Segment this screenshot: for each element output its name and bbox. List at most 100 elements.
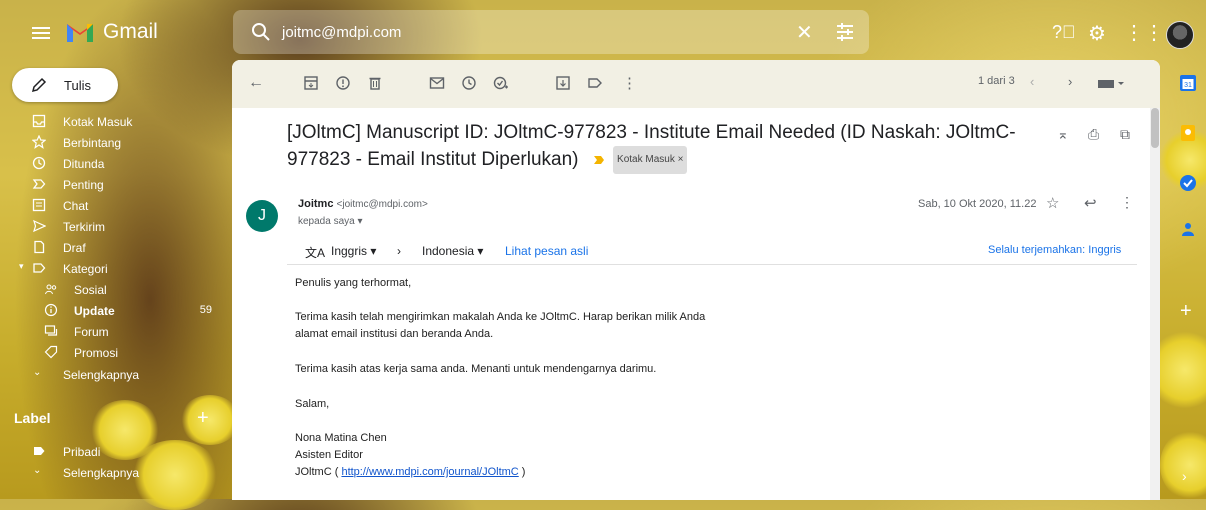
email-body-line: Penulis yang terhormat, [295, 277, 412, 289]
sidebar-item-categories[interactable]: ▾ Kategori [0, 259, 220, 280]
sender-email: <joitmc@mdpi.com> [336, 199, 428, 210]
sidebar-label-personal[interactable]: Pribadi [0, 442, 220, 463]
sender-avatar[interactable]: J [246, 200, 278, 232]
source-language-select[interactable]: Inggris ▾ [331, 244, 376, 258]
sidebar-label-more[interactable]: ⌄ Selengkapnya [0, 463, 220, 484]
print-icon[interactable]: ⎙ [1088, 126, 1099, 143]
compose-label[interactable]: Tulis [64, 78, 91, 93]
translation-bar: 文A Inggris ▾ › Indonesia ▾ Lihat pesan a… [287, 236, 1137, 265]
sidebar-item-forums[interactable]: Forum [0, 322, 220, 343]
svg-text:31: 31 [1184, 82, 1192, 89]
arrow-right-icon: › [397, 244, 401, 258]
contacts-icon[interactable] [1179, 220, 1197, 238]
more-options-icon[interactable]: ⋮ [622, 74, 640, 92]
target-language: Indonesia [422, 244, 475, 258]
sidebar-item-label: Ditunda [63, 157, 105, 171]
sidebar-item-sent[interactable]: Terkirim [0, 217, 220, 238]
search-icon[interactable] [250, 21, 272, 43]
sidebar-item-snoozed[interactable]: Ditunda [0, 154, 220, 175]
labels-heading: Label [14, 410, 51, 426]
sidebar-item-label: Chat [63, 199, 89, 213]
translate-icon: 文A [305, 246, 326, 260]
sidebar-item-label: Kategori [63, 262, 108, 276]
sender-info: Joitmc <joitmc@mdpi.com> [298, 198, 428, 210]
input-tools-icon[interactable] [1096, 74, 1126, 92]
star-icon[interactable]: ☆ [1046, 194, 1059, 212]
sidebar-item-label: Forum [74, 325, 109, 339]
collapse-all-icon[interactable]: ⌅ [1057, 126, 1069, 143]
sidebar-item-label: Selengkapnya [63, 368, 140, 382]
message-date: Sab, 10 Okt 2020, 11.22 [918, 198, 1037, 210]
label-icon[interactable] [586, 74, 604, 92]
reply-icon[interactable]: ↩ [1084, 194, 1097, 212]
inbox-label-chip[interactable]: Kotak Masuk × [613, 146, 688, 174]
email-body-line: Asisten Editor [295, 449, 363, 461]
settings-icon[interactable]: ⚙ [1088, 21, 1106, 46]
main-menu-icon[interactable] [32, 27, 50, 39]
info-icon [44, 303, 58, 317]
sidebar-item-more[interactable]: ⌄ Selengkapnya [0, 365, 220, 386]
snooze-icon[interactable] [460, 74, 478, 92]
search-options-icon[interactable] [834, 21, 856, 43]
send-icon [33, 219, 46, 233]
scrollbar-thumb[interactable] [1151, 108, 1159, 148]
sidebar-item-important[interactable]: Penting [0, 175, 220, 196]
add-task-icon[interactable] [492, 74, 510, 92]
archive-icon[interactable] [302, 74, 320, 92]
apps-icon[interactable]: ⋮⋮ [1124, 20, 1164, 45]
pagination-text: 1 dari 3 [978, 75, 1015, 87]
important-marker-icon[interactable] [593, 156, 604, 164]
newer-chevron-icon[interactable]: ‹ [1030, 74, 1048, 92]
email-body-line: Nona Matina Chen [295, 432, 387, 444]
scrollbar[interactable] [1150, 108, 1160, 500]
mark-unread-icon[interactable] [428, 74, 446, 92]
open-new-window-icon[interactable]: ⧉ [1120, 126, 1130, 143]
add-addon-icon[interactable]: + [1180, 300, 1192, 323]
sidebar-item-promotions[interactable]: Promosi [0, 343, 220, 364]
expand-arrow-icon[interactable]: ▾ [19, 261, 24, 272]
sender-name[interactable]: Joitmc [298, 198, 333, 210]
sidebar-item-label: Pribadi [63, 445, 101, 459]
background-decoration [1160, 430, 1206, 500]
sidebar-item-label: Penting [63, 178, 104, 192]
add-label-icon[interactable]: + [197, 407, 209, 430]
sidebar-item-drafts[interactable]: Draf [0, 238, 220, 259]
chevron-down-icon: ⌄ [33, 465, 42, 476]
more-options-icon[interactable]: ⋮ [1120, 194, 1134, 211]
app-name[interactable]: Gmail [103, 20, 158, 44]
recipient-dropdown[interactable]: kepada saya ▾ [298, 216, 363, 227]
forum-icon [44, 325, 58, 336]
keep-icon[interactable] [1179, 124, 1197, 142]
target-language-select[interactable]: Indonesia ▾ [422, 244, 483, 258]
signature-suffix: ) [518, 466, 526, 478]
sidebar-item-label: Berbintang [63, 136, 122, 150]
trash-icon[interactable] [366, 74, 384, 92]
account-avatar[interactable] [1166, 21, 1194, 49]
sidebar-item-updates[interactable]: Update 59 [0, 301, 220, 322]
report-spam-icon[interactable] [334, 74, 352, 92]
tasks-icon[interactable] [1179, 174, 1197, 192]
people-icon [45, 284, 57, 295]
email-body-line: alamat email institusi dan beranda Anda. [295, 328, 494, 340]
view-original-link[interactable]: Lihat pesan asli [505, 244, 588, 258]
clear-search-icon[interactable]: ✕ [796, 20, 813, 45]
older-chevron-icon[interactable]: › [1068, 74, 1086, 92]
always-translate-link[interactable]: Selalu terjemahkan: Inggris [988, 244, 1121, 256]
move-to-icon[interactable] [554, 74, 572, 92]
star-icon [32, 135, 46, 149]
background-decoration [180, 395, 240, 445]
sidebar-item-social[interactable]: Sosial [0, 280, 220, 301]
sidebar-item-starred[interactable]: Berbintang [0, 133, 220, 154]
email-body-line: Terima kasih atas kerja sama anda. Menan… [295, 363, 657, 375]
calendar-icon[interactable]: 31 [1179, 74, 1197, 92]
sidebar-item-chat[interactable]: Chat [0, 196, 220, 217]
draft-icon [34, 240, 45, 254]
email-body-line: Salam, [295, 398, 330, 410]
back-arrow-icon[interactable]: ← [248, 74, 266, 92]
help-icon[interactable]: ?⃝ [1052, 22, 1076, 43]
search-input[interactable]: joitmc@mdpi.com [282, 24, 401, 41]
show-side-panel-icon[interactable]: › [1182, 468, 1187, 484]
sidebar-item-inbox[interactable]: Kotak Masuk [0, 112, 220, 133]
journal-link[interactable]: http://www.mdpi.com/journal/JOltmC [341, 466, 518, 478]
email-toolbar: ← ⋮ 1 dari 3 ‹ › [232, 60, 1160, 108]
